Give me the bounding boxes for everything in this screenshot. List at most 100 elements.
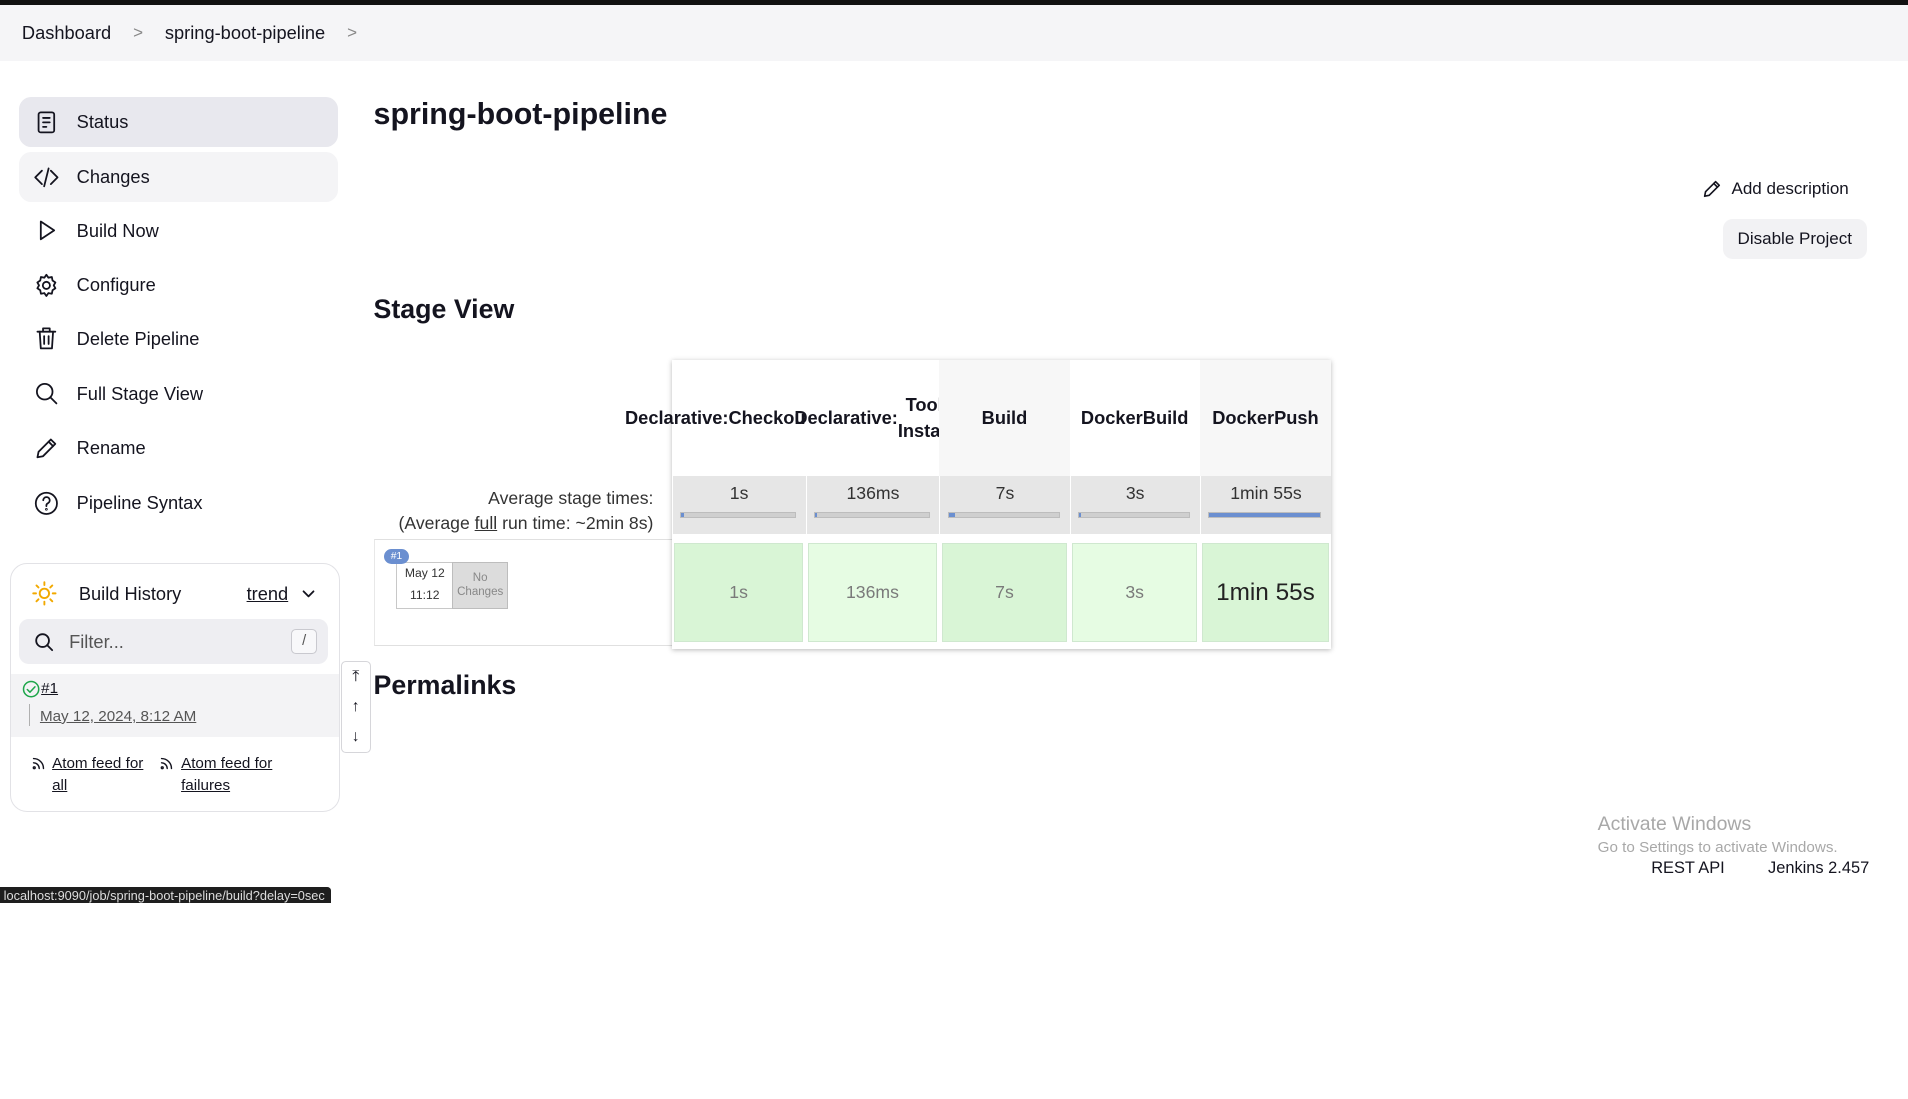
stage-average-time: 1min 55s — [1230, 483, 1302, 504]
sidebar-item-label: Build Now — [76, 219, 159, 241]
pencil-icon — [1701, 178, 1723, 200]
build-history-row[interactable]: #1 May 12, 2024, 8:12 AM — [10, 673, 340, 738]
gear-icon — [33, 272, 60, 299]
stage-run-cell[interactable]: 1s — [674, 542, 804, 643]
keyboard-shortcut-hint: / — [291, 628, 318, 654]
stage-header: Docker Build — [1069, 360, 1200, 476]
sidebar-item-label: Full Stage View — [76, 382, 204, 404]
feed-line: failures — [181, 776, 231, 794]
stage-average-bar — [1208, 512, 1322, 518]
stage-name-line: Declarative: — [794, 407, 898, 429]
stage-header: Docker Push — [1199, 360, 1332, 476]
run-date-time: 11:12 — [410, 587, 440, 602]
stage-run-cell[interactable]: 3s — [1071, 542, 1198, 643]
stage-view-heading: Stage View — [373, 294, 515, 325]
stage-name-line: Declarative: — [625, 407, 729, 429]
help-icon — [33, 490, 60, 517]
atom-feed-failures-link[interactable]: Atom feed for failures — [181, 753, 272, 797]
stage-average-time: 136ms — [846, 483, 900, 504]
changes-line: No — [472, 571, 488, 584]
stage-average-bar-fill — [680, 513, 685, 517]
atom-feed-failures[interactable]: Atom feed for failures — [158, 753, 272, 797]
sidebar-item-label: Configure — [76, 274, 156, 296]
stage-header: Declarative: Tool Install — [794, 360, 951, 476]
atom-feed-all[interactable]: Atom feed for all — [30, 753, 143, 797]
rest-api-link[interactable]: REST API — [1651, 859, 1725, 878]
full-run-prefix: (Average — [398, 513, 475, 534]
feed-line: all — [52, 776, 68, 794]
scroll-top-icon[interactable]: ⤒ — [352, 668, 359, 685]
run-badge[interactable]: #1 — [384, 548, 409, 565]
build-date-link[interactable]: May 12, 2024, 8:12 AM — [40, 708, 196, 725]
stage-name-line: Docker — [1212, 407, 1275, 429]
rss-icon — [158, 755, 175, 772]
breadcrumb-dashboard[interactable]: Dashboard — [22, 22, 111, 44]
sun-icon — [31, 580, 58, 607]
scroll-controls: ⤒ ↑ ↓ — [340, 660, 371, 753]
sidebar-item-configure[interactable]: Configure — [19, 260, 338, 310]
stage-view-grid: Declarative:CheckoutSCM 1s 1s Declarative:T… — [625, 360, 1332, 649]
arrow-up-icon[interactable]: ↑ — [352, 698, 360, 715]
sidebar-item-status[interactable]: Status — [19, 97, 339, 148]
stage-average-bar-fill — [814, 513, 818, 517]
arrow-down-icon[interactable]: ↓ — [352, 728, 360, 745]
sidebar-item-rename[interactable]: Rename — [19, 423, 338, 473]
status-bar-url: localhost:9090/job/spring-boot-pipeline/… — [0, 887, 331, 903]
pencil-icon — [33, 435, 60, 462]
sidebar-item-label: Status — [76, 111, 129, 133]
sidebar-item-build-now[interactable]: Build Now — [19, 206, 338, 256]
stage-run-cell[interactable]: 136ms — [807, 542, 937, 643]
jenkins-version-link[interactable]: Jenkins 2.457 — [1768, 859, 1869, 878]
chevron-down-icon[interactable] — [300, 585, 317, 602]
atom-feed-all-link[interactable]: Atom feed for all — [52, 753, 143, 797]
activation-title: Activate Windows — [1597, 812, 1752, 835]
run-row: May 12 11:12 No Changes #1 — [373, 539, 673, 646]
breadcrumb: Dashboard > spring-boot-pipeline > — [0, 4, 1908, 61]
search-icon — [33, 380, 60, 407]
build-divider — [28, 704, 31, 727]
build-history-header: Build History trend — [11, 577, 340, 611]
success-check-icon — [22, 680, 40, 698]
stage-average-bar-fill — [948, 513, 956, 517]
permalinks-heading: Permalinks — [373, 670, 517, 701]
build-filter-input[interactable] — [66, 629, 279, 654]
build-number-link[interactable]: #1 — [41, 680, 58, 697]
add-description-button[interactable]: Add description — [1701, 178, 1849, 200]
code-icon — [33, 164, 60, 191]
activation-subtitle: Go to Settings to activate Windows. — [1597, 839, 1838, 857]
stage-average-bar — [1077, 512, 1191, 518]
stage-average-time: 3s — [1125, 483, 1145, 504]
page-title: spring-boot-pipeline — [373, 97, 668, 132]
run-date[interactable]: May 12 11:12 — [396, 561, 454, 609]
full-run-link[interactable]: full — [475, 513, 498, 533]
stage-run-cell[interactable]: 1min 55s — [1202, 542, 1329, 643]
windows-activation-notice: Activate Windows Go to Settings to activ… — [1598, 813, 1838, 857]
run-changes[interactable]: No Changes — [452, 561, 508, 609]
build-history-panel: Build History trend / #1 May 12, 2024, 8… — [9, 563, 341, 813]
stage-average-time: 7s — [995, 483, 1015, 504]
sidebar-item-delete-pipeline[interactable]: Delete Pipeline — [19, 314, 338, 364]
sidebar-item-label: Delete Pipeline — [76, 327, 200, 349]
chevron-right-icon: > — [133, 22, 143, 42]
feed-line: Atom feed for — [52, 754, 144, 772]
trend-link[interactable]: trend — [247, 583, 289, 605]
stage-run-cell[interactable]: 7s — [941, 542, 1068, 643]
stage-average: 3s — [1069, 475, 1200, 535]
average-stage-times: Average stage times: (Average full run t… — [374, 486, 654, 537]
sidebar-item-label: Pipeline Syntax — [76, 492, 203, 514]
sidebar-item-changes[interactable]: Changes — [19, 152, 339, 202]
stage-average: 1s — [671, 475, 806, 535]
breadcrumb-job[interactable]: spring-boot-pipeline — [165, 22, 325, 44]
sidebar-item-label: Changes — [76, 166, 150, 188]
sidebar-item-full-stage-view[interactable]: Full Stage View — [19, 369, 338, 419]
stage-name-line: Build — [981, 407, 1028, 429]
document-icon — [33, 109, 60, 136]
sidebar-item-pipeline-syntax[interactable]: Pipeline Syntax — [19, 478, 338, 528]
run-date-day: May 12 — [404, 565, 445, 580]
chevron-right-icon[interactable]: > — [347, 23, 357, 43]
disable-project-button[interactable]: Disable Project — [1722, 219, 1867, 260]
stage-average: 136ms — [805, 475, 940, 535]
feed-line: Atom feed for — [181, 754, 273, 772]
stage-name-line: Push — [1274, 407, 1319, 429]
stage-average-bar-fill — [1209, 513, 1321, 517]
